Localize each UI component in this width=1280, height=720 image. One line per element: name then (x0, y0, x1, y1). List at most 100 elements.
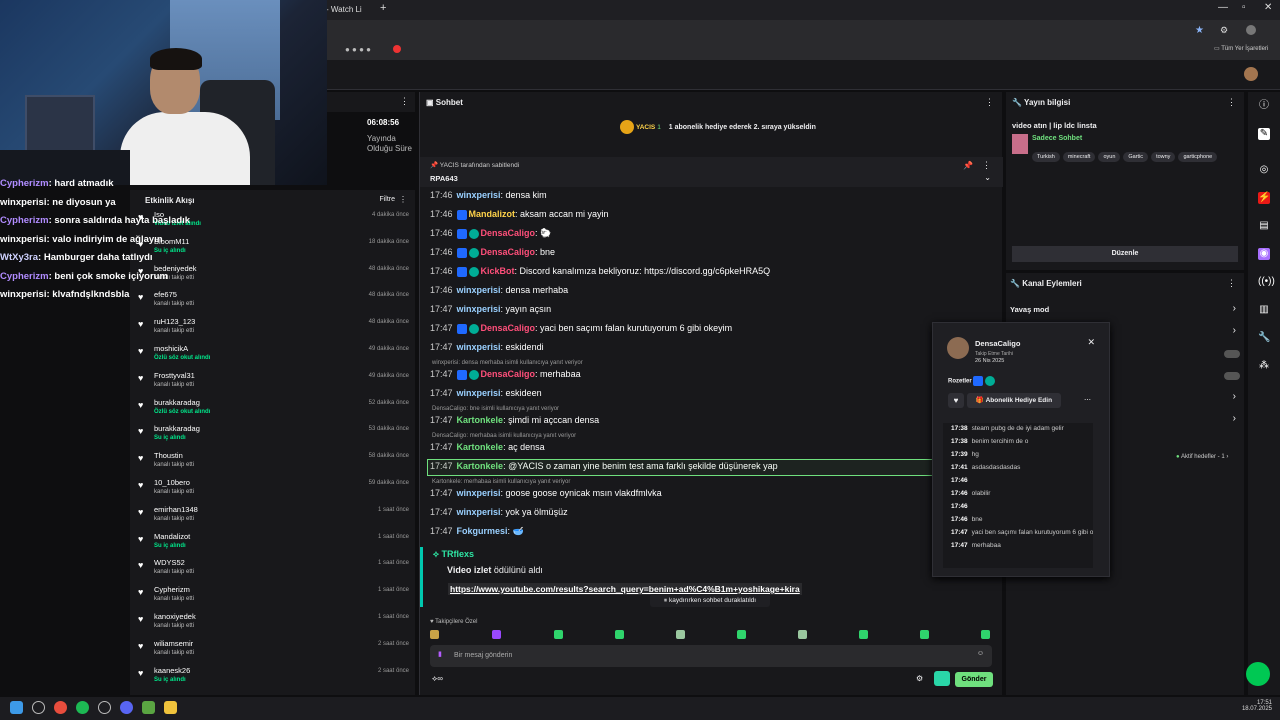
edit-button[interactable]: Düzenle (1012, 246, 1238, 262)
server-icon[interactable]: ▥ (1258, 304, 1270, 316)
activity-item[interactable]: ♥ moshicikA Özlü söz okut alındı 49 dakika … (130, 344, 415, 371)
stream-tag[interactable]: garticphone (1178, 152, 1218, 162)
message-username[interactable]: Fokgurmesi (457, 526, 508, 536)
close-window-icon[interactable]: ✕ (1264, 2, 1272, 13)
record-icon[interactable] (393, 45, 401, 53)
bookmarks-folder[interactable]: ▭ Tüm Yer İşaretleri (1214, 45, 1268, 52)
activity-item[interactable]: ♥ Mandalizot Su iç alındı 1 saat önce (130, 532, 415, 559)
chevron-right-icon[interactable]: › (1233, 303, 1236, 314)
message-username[interactable]: winxperisi (457, 342, 501, 352)
message-username[interactable]: Kartonkele (457, 442, 504, 452)
more-icon[interactable]: ⋮ (1227, 97, 1236, 108)
points-icon[interactable]: ⟡∞ (432, 674, 443, 684)
activity-item[interactable]: ♥ bedeniyedek kanalı takip etti 48 dakika ö… (130, 264, 415, 291)
activity-item[interactable]: ♥ burakkaradag Su iç alındı 53 dakika önce (130, 424, 415, 451)
activity-item[interactable]: ♥ Thoustin kanalı takip etti 58 dakika önce (130, 451, 415, 478)
chat-message[interactable]: 17:46 DensaCaligo: 🐑 (430, 228, 551, 239)
activity-item[interactable]: ♥ wiliamsemir kanalı takip etti 2 saat önce (130, 639, 415, 666)
active-goals[interactable]: ● Aktif hedefler - 1 › (1176, 454, 1228, 460)
message-username[interactable]: winxperisi (457, 488, 501, 498)
search-icon[interactable] (32, 701, 45, 714)
wrench-icon[interactable]: 🔧 (1258, 332, 1270, 344)
emoji-icon[interactable]: ☺ (977, 650, 984, 657)
chevron-right-icon[interactable]: › (1233, 391, 1236, 402)
more-icon[interactable]: ⋮ (399, 195, 407, 204)
more-icon[interactable]: ⋮ (985, 97, 994, 108)
chat-message[interactable]: 17:47 DensaCaligo: merhabaa (430, 369, 581, 380)
activity-item[interactable]: ♥ kaanesk26 Su iç alındı 2 saat önce (130, 666, 415, 693)
activity-item[interactable]: ♥ WDYS52 kanalı takip etti 1 saat önce (130, 558, 415, 585)
emote-icon[interactable] (430, 630, 439, 639)
new-tab-icon[interactable]: + (380, 2, 386, 14)
more-icon[interactable]: ⋯ (1084, 396, 1091, 404)
chat-paused-pill[interactable]: ⏸ kaydırırken sohbet duraklatıldı (650, 594, 770, 607)
more-icon[interactable]: ⋮ (982, 160, 991, 171)
chat-message[interactable]: 17:47 winxperisi: yok ya ölmüşüz (430, 507, 568, 517)
chat-message[interactable]: 17:46 winxperisi: densa merhaba (430, 285, 568, 295)
message-username[interactable]: DensaCaligo (481, 323, 536, 333)
reply-context[interactable]: Kartonkele: merhabaa isimli kullanıcıya … (432, 479, 570, 485)
message-username[interactable]: winxperisi (457, 388, 501, 398)
chevron-down-icon[interactable]: ⌄ (984, 173, 991, 182)
toggle-switch[interactable] (1224, 350, 1240, 358)
activity-item[interactable]: ♥ emirhan1348 kanalı takip etti 1 saat önce (130, 505, 415, 532)
chat-bubble-icon[interactable]: ◉ (1258, 248, 1270, 260)
settings-icon[interactable]: ⚙ (916, 674, 923, 683)
stream-tag[interactable]: towny (1151, 152, 1176, 162)
windows-start-icon[interactable] (10, 701, 23, 714)
chat-message[interactable]: 17:47 winxperisi: eskidendi (430, 342, 544, 352)
emote-icon[interactable] (859, 630, 868, 639)
chevron-right-icon[interactable]: › (1233, 325, 1236, 336)
message-username[interactable]: Mandalizot (469, 209, 516, 219)
chrome-icon[interactable] (54, 701, 67, 714)
edit-icon[interactable]: ✎ (1258, 128, 1270, 140)
stream-tag[interactable]: oyun (1098, 152, 1121, 162)
message-username[interactable]: winxperisi (457, 285, 501, 295)
message-username[interactable]: winxperisi (457, 507, 501, 517)
floating-action-icon[interactable] (1246, 662, 1270, 686)
bot-icon[interactable] (934, 671, 950, 686)
gift-sub-button[interactable]: 🎁 Abonelik Hediye Edin (967, 393, 1061, 408)
send-button[interactable]: Gönder (955, 672, 993, 687)
emote-icon[interactable] (981, 630, 990, 639)
toggle-switch[interactable] (1224, 372, 1240, 380)
chat-message[interactable]: 17:46 KickBot: Discord kanalımıza bekliyo… (430, 266, 770, 277)
message-username[interactable]: DensaCaligo (481, 228, 536, 238)
obs-icon[interactable] (98, 701, 111, 714)
chat-message[interactable]: 17:46 DensaCaligo: bne (430, 247, 555, 258)
emote-icon[interactable] (554, 630, 563, 639)
chevron-right-icon[interactable]: › (1233, 413, 1236, 424)
stream-tag[interactable]: minecraft (1062, 152, 1096, 162)
emote-icon[interactable] (920, 630, 929, 639)
info-icon[interactable]: ⓘ (1258, 100, 1270, 112)
browser-tab[interactable]: - Watch Li ✕ (326, 2, 374, 30)
emote-icon[interactable] (676, 630, 685, 639)
activity-item[interactable]: ♥ Cypherizm kanalı takip etti 1 saat önce (130, 585, 415, 612)
slow-mode[interactable]: Yavaş mod (1010, 305, 1049, 314)
activity-item[interactable]: ♥ Frosttyval31 kanalı takip etti 49 dakika … (130, 371, 415, 398)
spotify-icon[interactable] (76, 701, 89, 714)
message-username[interactable]: KickBot (481, 266, 515, 276)
extensions-icon[interactable]: ⚙ (1220, 25, 1228, 36)
close-icon[interactable]: ✕ (1087, 337, 1095, 348)
message-username[interactable]: winxperisi (457, 304, 501, 314)
chat-message[interactable]: 17:46 Mandalizot: aksam accan mi yayin (430, 209, 609, 220)
maximize-icon[interactable]: ▫ (1242, 2, 1246, 13)
target-icon[interactable]: ◎ (1258, 164, 1270, 176)
pin-icon[interactable]: 📌 (963, 161, 973, 170)
stream-tag[interactable]: Turkish (1032, 152, 1060, 162)
chat-message[interactable]: 17:47 Fokgurmesi: 🥣 (430, 526, 524, 537)
message-username[interactable]: DensaCaligo (481, 247, 536, 257)
activity-item[interactable]: ♥ 10_10bero kanalı takip etti 59 dakika önc… (130, 478, 415, 505)
reply-context[interactable]: DensaCaligo: bne isimli kullanıcıya yanı… (432, 406, 559, 412)
discord-icon[interactable] (120, 701, 133, 714)
activity-item[interactable]: ♥ efe675 kanalı takip etti 48 dakika önce (130, 290, 415, 317)
chat-message[interactable]: 17:47 winxperisi: eskideen (430, 388, 542, 398)
extension-icons[interactable]: ● ● ● ● (345, 45, 371, 54)
reply-context[interactable]: winxperisi: densa merhaba isimli kullanı… (432, 360, 583, 366)
emote-icon[interactable] (615, 630, 624, 639)
minimize-icon[interactable]: — (1218, 2, 1228, 13)
chat-message[interactable]: 17:47 winxperisi: yayın açsın (430, 304, 551, 314)
emote-icon[interactable] (737, 630, 746, 639)
emote-icon[interactable] (798, 630, 807, 639)
